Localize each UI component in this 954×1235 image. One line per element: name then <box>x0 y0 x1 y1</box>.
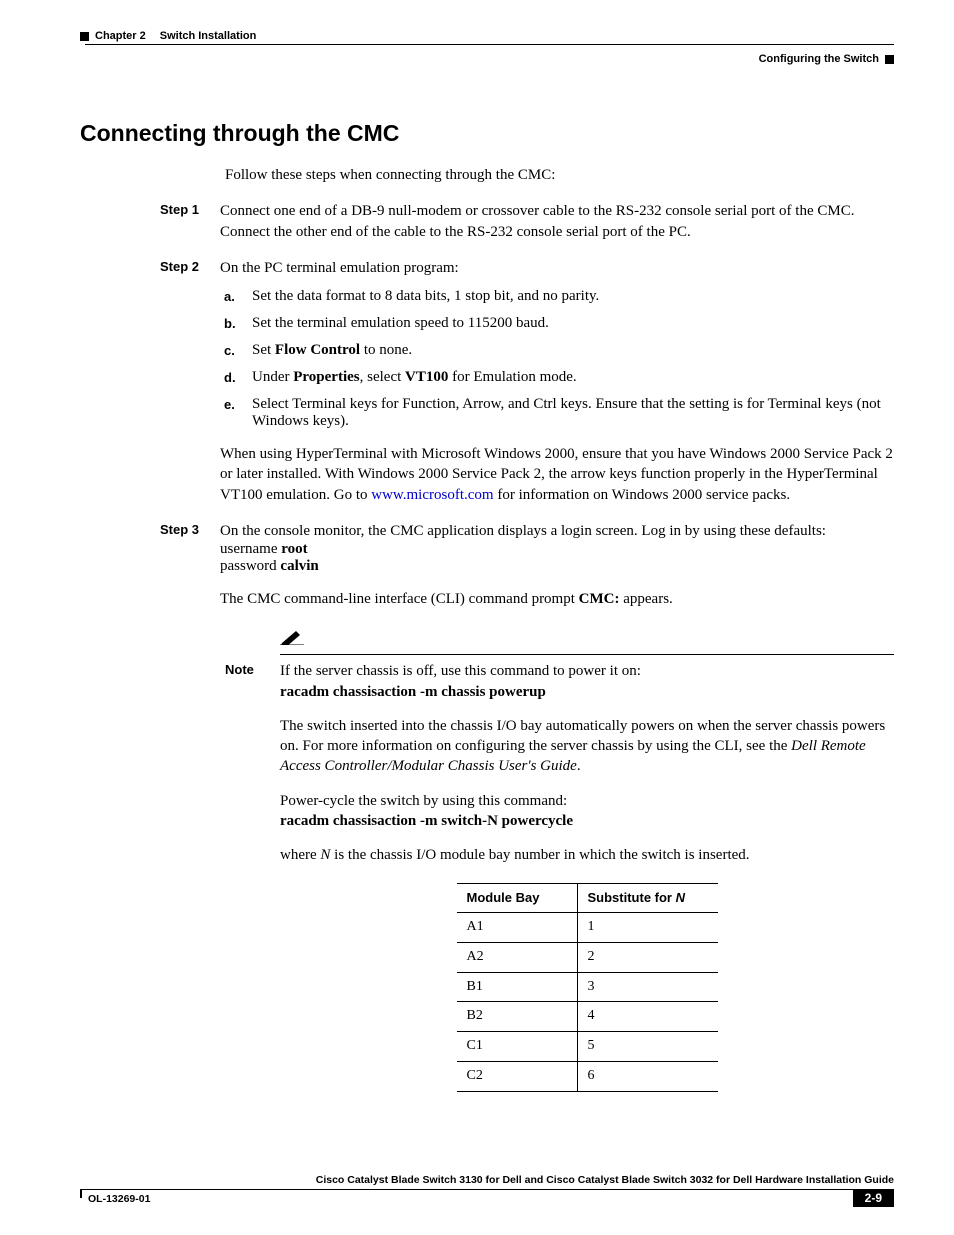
step-2b: b. Set the terminal emulation speed to 1… <box>220 315 894 332</box>
step-2: Step 2 On the PC terminal emulation prog… <box>80 258 894 505</box>
table-row: A11 <box>457 912 718 942</box>
step-3-line1: On the console monitor, the CMC applicat… <box>220 521 894 541</box>
page-subheader: Configuring the Switch <box>80 53 894 65</box>
step-2d-label: d. <box>224 369 252 386</box>
step-2-closing: When using HyperTerminal with Microsoft … <box>220 444 894 505</box>
step-2c-text: Set Flow Control to none. <box>252 342 894 359</box>
step-2-label: Step 2 <box>160 258 220 505</box>
note-para4: where N is the chassis I/O module bay nu… <box>280 845 894 865</box>
step-2a-text: Set the data format to 8 data bits, 1 st… <box>252 288 894 305</box>
note-command1: racadm chassisaction -m chassis powerup <box>280 682 894 702</box>
note-command2: racadm chassisaction -m switch-N powercy… <box>280 811 894 831</box>
page-footer: Cisco Catalyst Blade Switch 3130 for Del… <box>80 1174 894 1207</box>
step-2a: a. Set the data format to 8 data bits, 1… <box>220 288 894 305</box>
step-2-intro: On the PC terminal emulation program: <box>220 258 894 278</box>
note-block: Note If the server chassis is off, use t… <box>225 629 894 1092</box>
step-2d: d. Under Properties, select VT100 for Em… <box>220 369 894 386</box>
step-1-text: Connect one end of a DB-9 null-modem or … <box>220 201 894 242</box>
footer-doc-title: Cisco Catalyst Blade Switch 3130 for Del… <box>80 1174 894 1186</box>
table-row: A22 <box>457 942 718 972</box>
page-header: Chapter 2 Switch Installation <box>80 30 894 42</box>
step-2e-label: e. <box>224 396 252 430</box>
header-square-icon <box>80 32 89 41</box>
microsoft-link[interactable]: www.microsoft.com <box>371 487 493 503</box>
step-3-label: Step 3 <box>160 521 220 610</box>
subheader-square-icon <box>885 55 894 64</box>
step-2a-label: a. <box>224 288 252 305</box>
table-row: B13 <box>457 972 718 1002</box>
section-breadcrumb: Configuring the Switch <box>759 53 879 65</box>
table-row: C26 <box>457 1062 718 1092</box>
header-rule <box>85 44 894 45</box>
step-2d-text: Under Properties, select VT100 for Emula… <box>252 369 894 386</box>
table-row: B24 <box>457 1002 718 1032</box>
note-rule <box>280 654 894 655</box>
note-line1: If the server chassis is off, use this c… <box>280 661 894 681</box>
step-2b-text: Set the terminal emulation speed to 1152… <box>252 315 894 332</box>
step-2c: c. Set Flow Control to none. <box>220 342 894 359</box>
section-heading: Connecting through the CMC <box>80 120 894 147</box>
footer-page-number: 2-9 <box>853 1189 894 1207</box>
step-1: Step 1 Connect one end of a DB-9 null-mo… <box>80 201 894 242</box>
step-1-label: Step 1 <box>160 201 220 242</box>
table-row: C15 <box>457 1032 718 1062</box>
table-header-module-bay: Module Bay <box>457 884 578 913</box>
step-3: Step 3 On the console monitor, the CMC a… <box>80 521 894 610</box>
pencil-icon <box>280 629 304 645</box>
note-label: Note <box>225 661 280 1092</box>
step-2b-label: b. <box>224 315 252 332</box>
chapter-title: Switch Installation <box>160 30 257 42</box>
section-intro: Follow these steps when connecting throu… <box>225 165 894 185</box>
note-para3: Power-cycle the switch by using this com… <box>280 791 894 811</box>
table-header-substitute: Substitute for N <box>577 884 718 913</box>
footer-doc-number: OL-13269-01 <box>88 1193 150 1205</box>
step-3-password: password calvin <box>220 558 894 575</box>
step-3-username: username root <box>220 541 894 558</box>
module-bay-table: Module Bay Substitute for N A11 A22 B13 … <box>457 883 718 1092</box>
step-2e: e. Select Terminal keys for Function, Ar… <box>220 396 894 430</box>
step-3-prompt: The CMC command-line interface (CLI) com… <box>220 589 894 609</box>
note-para2: The switch inserted into the chassis I/O… <box>280 716 894 777</box>
step-2c-label: c. <box>224 342 252 359</box>
chapter-label: Chapter 2 <box>95 30 146 42</box>
step-2e-text: Select Terminal keys for Function, Arrow… <box>252 396 894 430</box>
